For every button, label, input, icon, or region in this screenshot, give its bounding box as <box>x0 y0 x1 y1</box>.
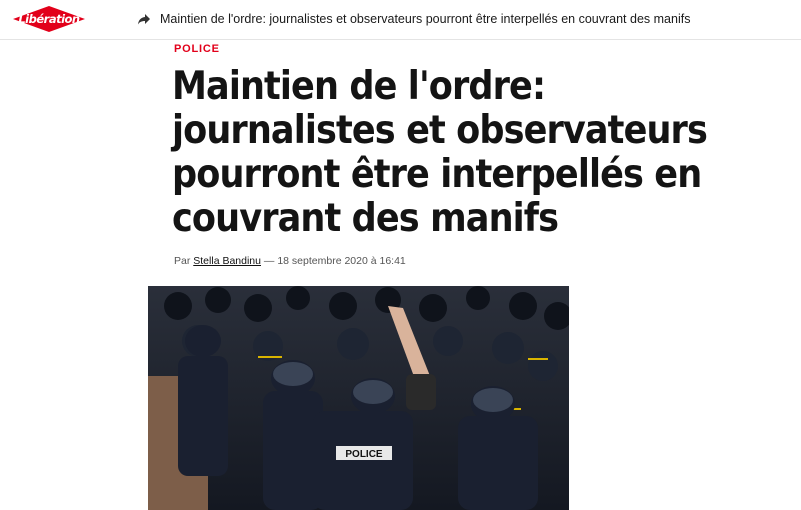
top-bar: Libération Maintien de l'ordre: journali… <box>0 0 801 40</box>
share-arrow-icon[interactable] <box>137 12 151 26</box>
photo-badge-text: POLICE <box>345 449 383 460</box>
byline: Par Stella Bandinu — 18 septembre 2020 à… <box>174 255 406 267</box>
header-article-title[interactable]: Maintien de l'ordre: journalistes et obs… <box>160 12 690 26</box>
liberation-logo[interactable]: Libération <box>12 5 86 33</box>
article-photo[interactable]: POLICE <box>148 286 569 510</box>
svg-text:Libération: Libération <box>18 12 80 26</box>
article-headline: Maintien de l'ordre: journalistes et obs… <box>172 64 708 241</box>
byline-prefix: Par <box>174 255 191 267</box>
section-rubric[interactable]: POLICE <box>174 43 220 55</box>
byline-separator: — <box>263 255 275 267</box>
photo-illustration: POLICE <box>148 286 569 510</box>
author-link[interactable]: Stella Bandinu <box>193 255 261 267</box>
publish-date: 18 septembre 2020 à 16:41 <box>277 255 406 267</box>
